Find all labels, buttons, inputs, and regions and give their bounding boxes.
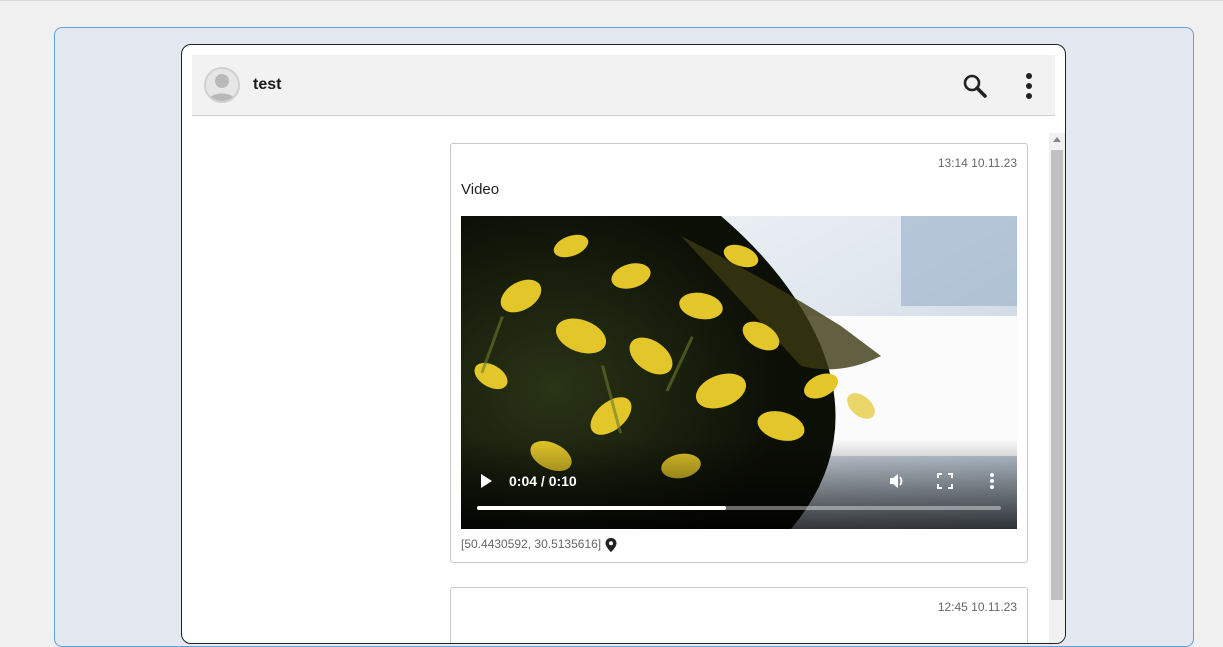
more-vertical-icon[interactable] xyxy=(1022,71,1036,101)
message-list[interactable]: 13:14 10.11.23 Video 0:04 / 0:10 [50.443… xyxy=(192,133,1065,643)
video-time-display: 0:04 / 0:10 xyxy=(509,473,577,489)
video-progress-fill xyxy=(477,506,726,510)
chat-title: test xyxy=(253,76,282,93)
message-bubble: 12:45 10.11.23 xyxy=(450,587,1028,643)
message-timestamp: 12:45 10.11.23 xyxy=(937,600,1017,614)
chat-window: test 13:14 10.11.23 Video 0:04 / 0:10 [5… xyxy=(181,44,1066,644)
play-icon[interactable] xyxy=(479,473,493,489)
video-options-icon[interactable] xyxy=(988,472,996,490)
video-progress-bar[interactable] xyxy=(477,506,1001,510)
user-avatar-icon[interactable] xyxy=(204,67,240,103)
scrollbar[interactable] xyxy=(1049,133,1065,643)
message-bubble: 13:14 10.11.23 Video 0:04 / 0:10 [50.443… xyxy=(450,143,1028,563)
message-timestamp: 13:14 10.11.23 xyxy=(937,156,1017,170)
map-pin-icon[interactable] xyxy=(605,538,617,552)
chat-header: test xyxy=(192,55,1055,116)
window-top-border xyxy=(0,0,1223,1)
location-coordinates: [50.4430592, 30.5135616] xyxy=(461,537,602,551)
message-text: Video xyxy=(461,181,500,198)
scroll-up-arrow[interactable] xyxy=(1053,137,1061,142)
scrollbar-thumb[interactable] xyxy=(1051,150,1063,600)
fullscreen-icon[interactable] xyxy=(937,473,953,489)
search-icon[interactable] xyxy=(962,73,988,99)
video-player[interactable]: 0:04 / 0:10 xyxy=(461,216,1017,529)
volume-icon[interactable] xyxy=(888,472,906,490)
